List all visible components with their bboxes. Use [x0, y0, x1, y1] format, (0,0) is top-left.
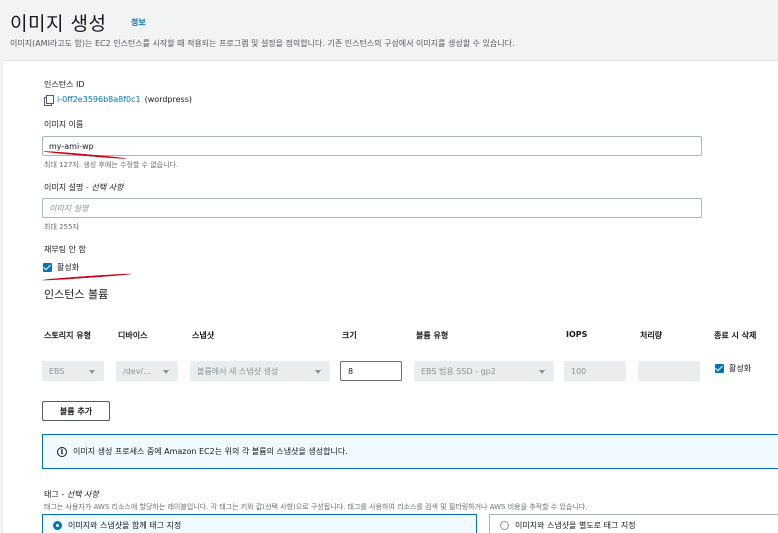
tag-together-option[interactable]: 이미지와 스냅샷을 함께 태그 지정 — [42, 514, 477, 533]
chevron-down-icon — [163, 370, 169, 374]
instance-name: (wordpress) — [144, 95, 192, 104]
chevron-down-icon — [315, 370, 321, 374]
image-name-hint: 최대 127자. 생성 후에는 수정할 수 없습니다. — [44, 161, 179, 169]
throughput-input — [638, 361, 700, 381]
chevron-down-icon — [89, 370, 95, 374]
no-reboot-label: 재부팅 안 함 — [44, 245, 86, 254]
snapshot-select: 볼륨에서 새 스냅샷 생성 — [190, 361, 330, 381]
storage-type-select: EBS — [42, 361, 104, 381]
instance-id-label: 인스턴스 ID — [44, 80, 85, 89]
radio-selected-icon — [53, 520, 62, 530]
image-description-input[interactable]: 이미지 설명 — [42, 198, 702, 218]
col-delete-on-termination: 종료 시 삭제 — [714, 331, 757, 340]
no-reboot-checkbox[interactable] — [43, 263, 52, 272]
chevron-down-icon — [539, 370, 545, 374]
alert-text: 이미지 생성 프로세스 중에 Amazon EC2는 위의 각 볼륨의 스냅샷을… — [73, 447, 348, 456]
tags-description: 태그는 사용자가 AWS 리소스에 할당하는 레이블입니다. 각 태그는 키와 … — [44, 503, 588, 511]
col-volume-type: 볼륨 유형 — [416, 331, 449, 340]
col-throughput: 처리량 — [640, 331, 663, 340]
size-input[interactable]: 8 — [340, 361, 402, 381]
image-description-label: 이미지 설명 - 선택 사항 — [44, 183, 124, 192]
iops-input: 100 — [564, 361, 626, 381]
info-icon: i — [57, 446, 67, 457]
instance-id-row: i-0ff2e3596b8a8f0c1 (wordpress) — [44, 95, 192, 106]
tag-separate-option[interactable]: 이미지와 스냅샷을 별도로 태그 지정 — [489, 514, 778, 533]
col-size: 크기 — [342, 331, 357, 340]
page-title: 이미지 생성 — [10, 13, 107, 35]
tags-label: 태그 - 선택 사항 — [44, 490, 99, 499]
image-name-input[interactable]: my-ami-wp — [42, 136, 702, 156]
no-reboot-checkbox-label: 활성화 — [57, 263, 80, 272]
col-iops: IOPS — [566, 330, 588, 339]
copy-icon[interactable] — [44, 95, 54, 106]
image-name-label: 이미지 이름 — [44, 120, 84, 129]
delete-on-termination-label: 활성화 — [729, 364, 752, 373]
col-storage-type: 스토리지 유형 — [44, 331, 91, 340]
page-description: 이미지(AMI라고도 함)는 EC2 인스턴스를 시작할 때 적용되는 프로그램… — [10, 39, 515, 48]
radio-unselected-icon — [500, 520, 509, 530]
delete-on-termination-checkbox[interactable] — [715, 364, 724, 373]
image-description-hint: 최대 255자 — [44, 223, 79, 231]
col-snapshot: 스냅샷 — [192, 331, 215, 340]
volume-type-select: EBS 범용 SSD - gp2 — [414, 361, 554, 381]
col-device: 디바이스 — [118, 331, 148, 340]
add-volume-button[interactable]: 볼륨 추가 — [42, 401, 110, 421]
info-link[interactable]: 정보 — [131, 17, 146, 28]
device-select: /dev/... — [116, 361, 178, 381]
instance-id-link[interactable]: i-0ff2e3596b8a8f0c1 — [57, 95, 141, 104]
volumes-title: 인스턴스 볼륨 — [44, 288, 109, 301]
info-alert: i 이미지 생성 프로세스 중에 Amazon EC2는 위의 각 볼륨의 스냅… — [42, 434, 778, 469]
